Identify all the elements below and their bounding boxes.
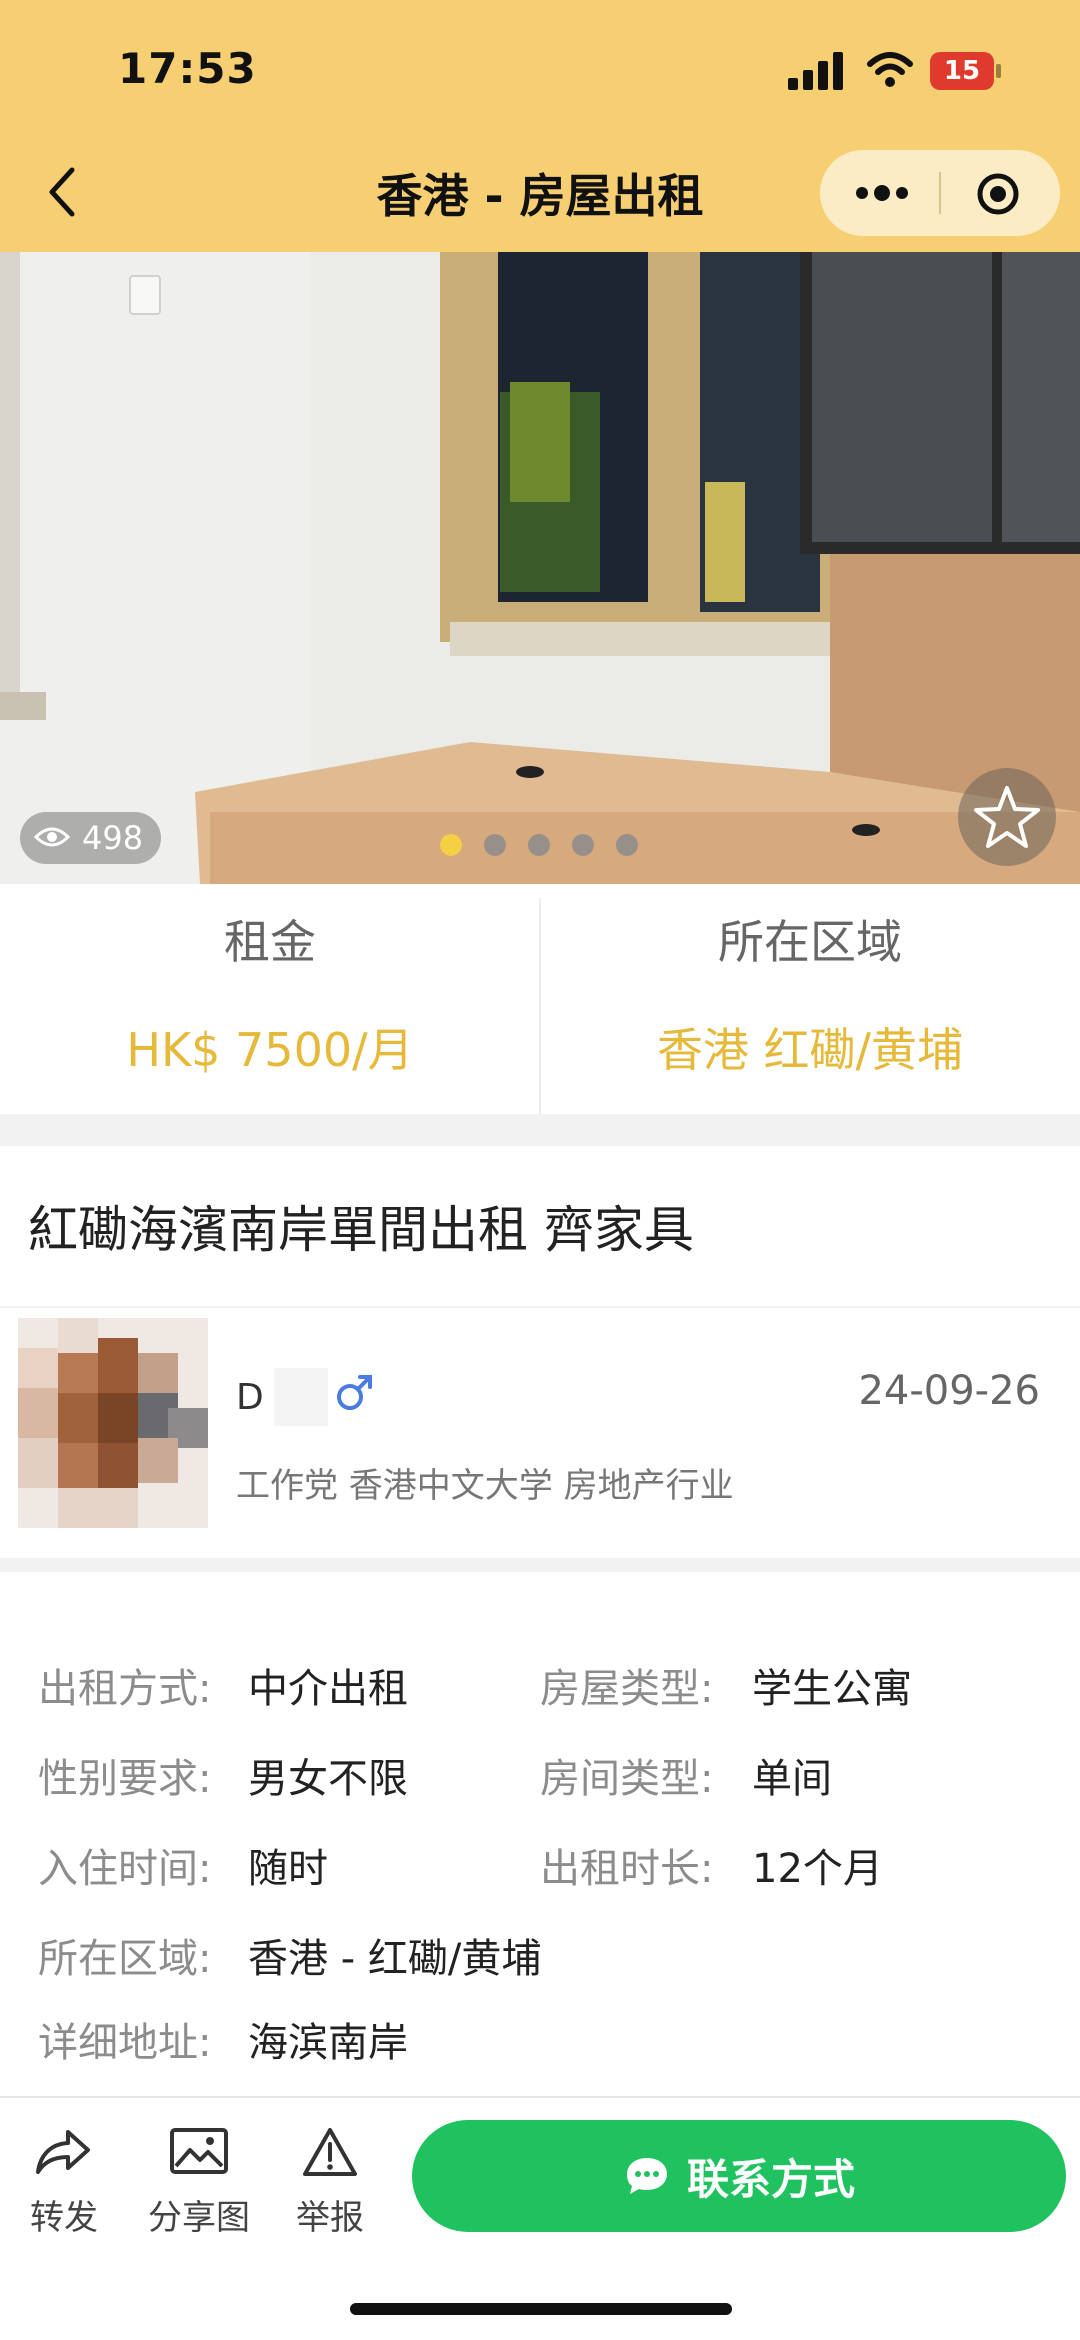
detail-value: 香港 - 红磡/黄埔 bbox=[248, 1936, 542, 1982]
detail-label: 房间类型: bbox=[540, 1756, 714, 1802]
rent-value: HK$ 7500/月 bbox=[126, 1023, 414, 1077]
detail-label: 出租时长: bbox=[540, 1846, 714, 1892]
image-icon bbox=[170, 2128, 228, 2174]
contact-label: 联系方式 bbox=[686, 2154, 855, 2204]
carousel-dot[interactable] bbox=[528, 834, 550, 856]
detail-label: 性别要求: bbox=[38, 1756, 212, 1802]
detail-value: 学生公寓 bbox=[752, 1666, 912, 1712]
close-miniprogram-icon[interactable] bbox=[976, 172, 1020, 220]
favorite-button[interactable] bbox=[958, 768, 1056, 866]
warning-icon bbox=[303, 2128, 357, 2176]
summary-divider bbox=[539, 898, 541, 1114]
share-button[interactable]: 转发 bbox=[30, 2126, 98, 2239]
star-icon bbox=[974, 786, 1040, 848]
rent-column: 租金 HK$ 7500/月 bbox=[0, 884, 540, 1114]
detail-value: 单间 bbox=[752, 1756, 832, 1802]
battery-indicator: 15 bbox=[930, 52, 1004, 90]
male-icon bbox=[334, 1373, 374, 1422]
report-button[interactable]: 举报 bbox=[296, 2126, 364, 2239]
detail-label: 房屋类型: bbox=[540, 1666, 714, 1712]
carousel-dot[interactable] bbox=[484, 834, 506, 856]
poster-card[interactable]: D 24-09-26 工作党 香港中文大学 房地产行业 bbox=[0, 1308, 1080, 1558]
wifi-icon bbox=[866, 50, 914, 94]
avatar[interactable] bbox=[18, 1318, 208, 1528]
name-redaction bbox=[273, 1368, 328, 1426]
detail-value: 男女不限 bbox=[248, 1756, 408, 1802]
views-badge: 498 bbox=[20, 812, 162, 864]
carousel-dot[interactable] bbox=[572, 834, 594, 856]
contact-button[interactable]: 联系方式 bbox=[412, 2120, 1066, 2232]
mini-program-capsule bbox=[820, 150, 1060, 236]
listing-title: 紅磡海濱南岸單間出租 齊家具 bbox=[28, 1201, 694, 1259]
title-card: 紅磡海濱南岸單間出租 齊家具 bbox=[0, 1146, 1080, 1306]
poster-name: D bbox=[236, 1376, 264, 1418]
detail-value: 12个月 bbox=[752, 1846, 883, 1892]
rent-label: 租金 bbox=[224, 915, 316, 969]
more-icon[interactable] bbox=[854, 176, 910, 214]
carousel-dot[interactable] bbox=[440, 834, 462, 856]
post-date: 24-09-26 bbox=[858, 1368, 1040, 1414]
poster-name-row: D bbox=[236, 1368, 374, 1426]
carousel-dot[interactable] bbox=[616, 834, 638, 856]
detail-label: 出租方式: bbox=[38, 1666, 212, 1712]
area-column: 所在区域 香港 红磡/黄埔 bbox=[540, 884, 1080, 1114]
listing-photo[interactable] bbox=[0, 252, 1080, 884]
chat-icon bbox=[626, 2158, 667, 2194]
detail-label: 所在区域: bbox=[38, 1936, 212, 1982]
eye-icon bbox=[33, 819, 71, 857]
detail-label: 入住时间: bbox=[38, 1846, 212, 1892]
area-value: 香港 红磡/黄埔 bbox=[656, 1023, 964, 1077]
share-label: 转发 bbox=[30, 2198, 98, 2238]
poster-tags: 工作党 香港中文大学 房地产行业 bbox=[236, 1466, 734, 1506]
area-label: 所在区域 bbox=[718, 915, 902, 969]
forward-icon bbox=[36, 2130, 90, 2174]
detail-label: 详细地址: bbox=[38, 2020, 212, 2066]
home-indicator bbox=[350, 2303, 732, 2315]
carousel-dots[interactable] bbox=[440, 834, 638, 856]
details-card: 出租方式: 中介出租 房屋类型: 学生公寓 性别要求: 男女不限 房间类型: 单… bbox=[0, 1572, 1080, 2096]
detail-value: 中介出租 bbox=[248, 1666, 408, 1712]
signal-icon bbox=[788, 52, 848, 94]
battery-level: 15 bbox=[930, 52, 994, 90]
status-time: 17:53 bbox=[118, 44, 257, 93]
share-image-button[interactable]: 分享图 bbox=[148, 2126, 250, 2239]
report-label: 举报 bbox=[296, 2198, 364, 2238]
detail-value: 随时 bbox=[248, 1846, 328, 1892]
views-count: 498 bbox=[82, 819, 144, 857]
share-image-label: 分享图 bbox=[148, 2198, 250, 2238]
detail-value: 海滨南岸 bbox=[248, 2020, 408, 2066]
